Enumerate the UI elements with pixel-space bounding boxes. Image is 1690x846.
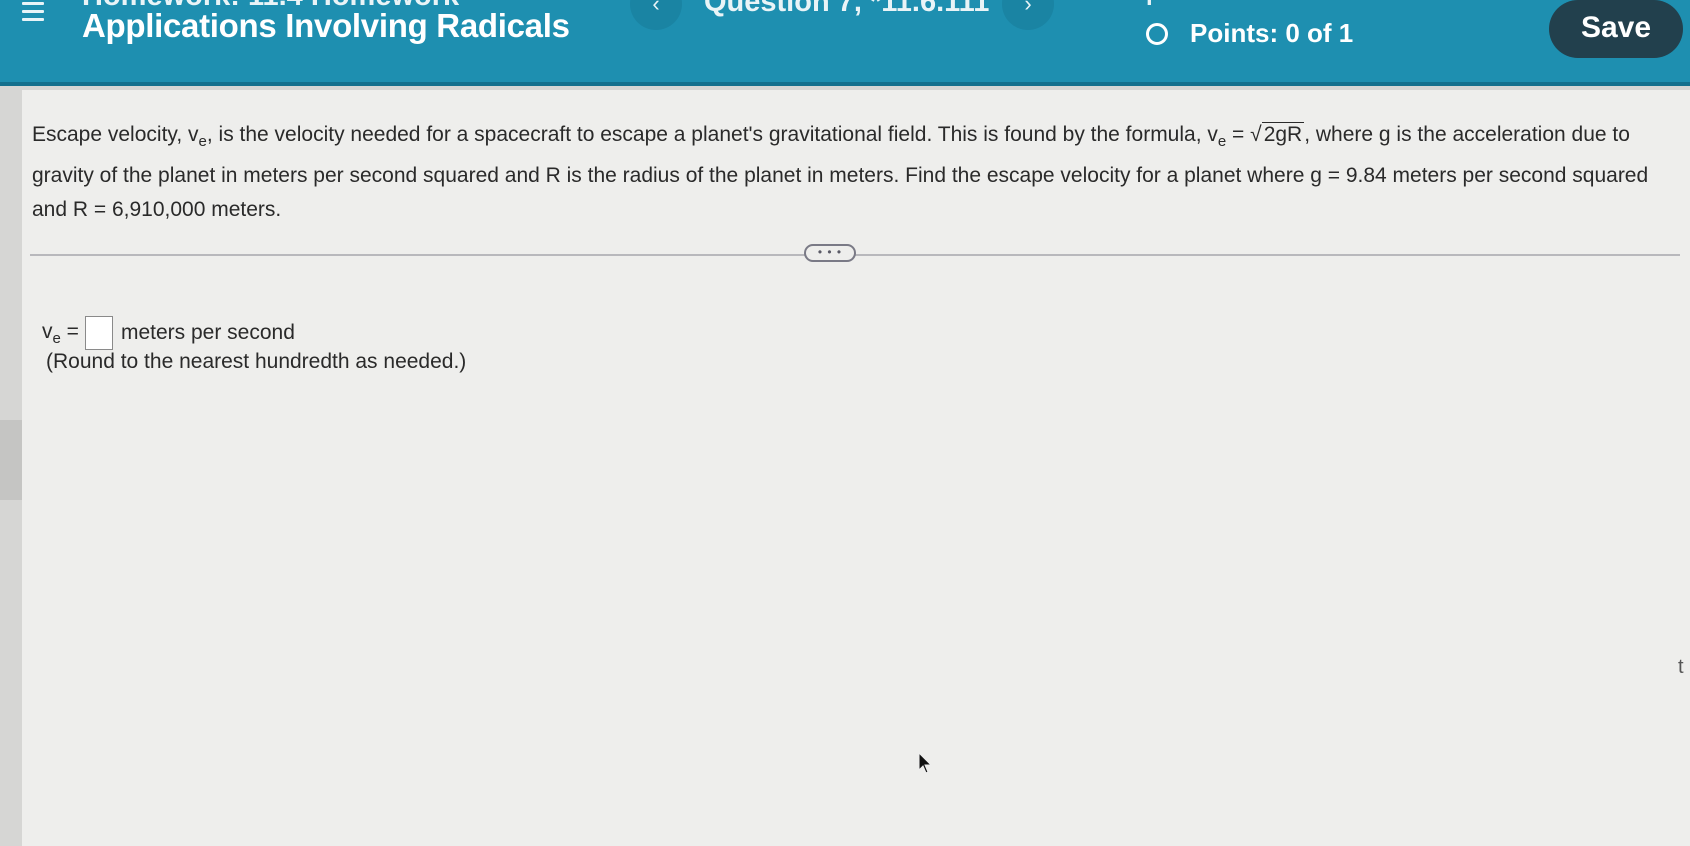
points-label: Points: 0 of 1 bbox=[1190, 18, 1354, 48]
chevron-right-icon: › bbox=[1024, 0, 1032, 16]
square-root-expression: √2gR bbox=[1250, 122, 1305, 146]
assignment-subtitle: Applications Involving Radicals bbox=[82, 7, 570, 44]
question-number: Question 7, *11.6.111 bbox=[704, 0, 990, 18]
next-question-button[interactable]: › bbox=[1002, 0, 1054, 30]
question-panel: Escape velocity, ve, is the velocity nee… bbox=[22, 90, 1690, 846]
left-edge-strip bbox=[0, 420, 22, 500]
answer-input[interactable] bbox=[84, 316, 113, 350]
question-text: Escape velocity, ve, is the velocity nee… bbox=[32, 118, 1682, 227]
hamburger-menu-icon[interactable] bbox=[22, 2, 44, 22]
answer-variable: ve = bbox=[42, 319, 79, 347]
points-header-label: points bbox=[1146, 0, 1218, 7]
expand-more-button[interactable]: • • • bbox=[804, 244, 856, 262]
square-root-icon: √ bbox=[1250, 123, 1262, 146]
points-status-circle-icon bbox=[1146, 23, 1168, 45]
header-bar: Homework: 11.4 Homework Applications Inv… bbox=[0, 0, 1690, 86]
answer-row: ve = meters per second bbox=[42, 316, 295, 350]
edge-text: t bbox=[1678, 656, 1684, 678]
answer-units: meters per second bbox=[120, 321, 295, 344]
previous-question-button[interactable]: ‹ bbox=[630, 0, 682, 30]
chevron-left-icon: ‹ bbox=[652, 0, 660, 16]
save-button[interactable]: Save bbox=[1549, 0, 1683, 58]
mouse-pointer-icon bbox=[918, 752, 933, 774]
rounding-instruction: (Round to the nearest hundredth as neede… bbox=[46, 350, 467, 373]
